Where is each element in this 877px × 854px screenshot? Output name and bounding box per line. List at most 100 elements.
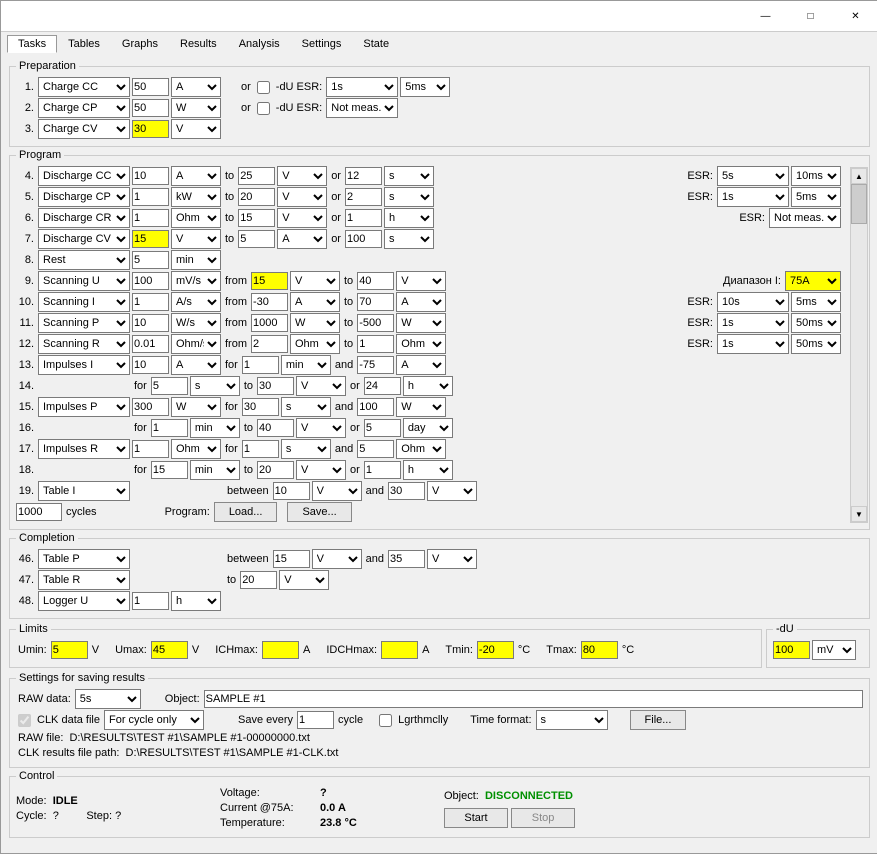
val1-input[interactable] [132,314,169,332]
val2-input[interactable] [251,335,288,353]
du-checkbox[interactable] [257,81,270,94]
scroll-up-icon[interactable]: ▲ [851,168,867,184]
val2-input[interactable] [273,482,310,500]
val3-input[interactable] [357,272,394,290]
unit3-select[interactable]: A [396,292,446,312]
unit2-select[interactable]: s [281,439,331,459]
unit2-select[interactable]: V [296,376,346,396]
val3-input[interactable] [388,550,425,568]
val1-input[interactable] [132,230,169,248]
type-select[interactable]: Table I [38,481,130,501]
unit3-select[interactable]: s [384,187,434,207]
unit1-select[interactable]: min [171,250,221,270]
idchmax-input[interactable] [381,641,418,659]
val2-input[interactable] [242,440,279,458]
val1-input[interactable] [151,419,188,437]
val3-input[interactable] [345,188,382,206]
tab-tasks[interactable]: Tasks [7,35,57,53]
type-select[interactable]: Scanning I [38,292,130,312]
val2-input[interactable] [238,230,275,248]
val1-input[interactable] [132,440,169,458]
du-unit-select[interactable]: mV [812,640,856,660]
unit1-select[interactable]: A [171,77,221,97]
scroll-down-icon[interactable]: ▼ [851,506,867,522]
maximize-button[interactable]: □ [788,1,833,31]
val3-input[interactable] [364,419,401,437]
val1-input[interactable] [132,209,169,227]
val1-input[interactable] [132,592,169,610]
val2-input[interactable] [251,272,288,290]
unit2-select[interactable]: V [296,460,346,480]
val1-input[interactable] [132,120,169,138]
unit1-select[interactable]: h [171,591,221,611]
type-select[interactable]: Scanning U [38,271,130,291]
unit3-select[interactable]: s [384,229,434,249]
val2-input[interactable] [257,377,294,395]
val2-input[interactable] [242,356,279,374]
unit3-select[interactable]: Ohm [396,334,446,354]
unit2-select[interactable]: V [277,208,327,228]
unit1-select[interactable]: Ohm [171,439,221,459]
val3-input[interactable] [364,461,401,479]
tmin-input[interactable] [477,641,514,659]
unit1-select[interactable]: V [171,119,221,139]
file-button[interactable]: File... [630,710,687,730]
unit3-select[interactable]: V [427,549,477,569]
val2-input[interactable] [238,188,275,206]
unit3-select[interactable]: day [403,418,453,438]
scroll-thumb[interactable] [851,184,867,224]
val1-input[interactable] [132,356,169,374]
unit2-select[interactable]: A [277,229,327,249]
val1-input[interactable] [132,188,169,206]
raw-data-select[interactable]: 5s [75,689,141,709]
unit3-select[interactable]: h [403,460,453,480]
unit2-select[interactable]: W [290,313,340,333]
val1-input[interactable] [132,78,169,96]
range-select[interactable]: 75A [785,271,841,291]
tab-analysis[interactable]: Analysis [228,35,291,53]
unit3-select[interactable]: V [427,481,477,501]
cycles-input[interactable] [16,503,62,521]
val2-input[interactable] [251,293,288,311]
val3-input[interactable] [345,209,382,227]
val2-input[interactable] [257,419,294,437]
program-scrollbar[interactable]: ▲ ▼ [850,167,868,523]
val1-input[interactable] [132,99,169,117]
unit1-select[interactable]: V [171,229,221,249]
val2-input[interactable] [273,550,310,568]
unit3-select[interactable]: A [396,355,446,375]
val3-input[interactable] [357,398,394,416]
type-select[interactable]: Discharge CC [38,166,130,186]
type-select[interactable]: Table R [38,570,130,590]
unit3-select[interactable]: h [384,208,434,228]
unit2-select[interactable]: V [290,271,340,291]
val3-input[interactable] [357,314,394,332]
umax-input[interactable] [151,641,188,659]
start-button[interactable]: Start [444,808,508,828]
unit2-select[interactable]: V [277,166,327,186]
unit1-select[interactable]: min [190,460,240,480]
tab-graphs[interactable]: Graphs [111,35,169,53]
val3-input[interactable] [388,482,425,500]
esr2-select[interactable]: 5ms [791,187,841,207]
unit2-select[interactable]: V [296,418,346,438]
unit1-select[interactable]: s [190,376,240,396]
ichmax-input[interactable] [262,641,299,659]
unit2-select[interactable]: A [290,292,340,312]
unit2-select[interactable]: V [312,481,362,501]
esr1-select[interactable]: 1s [326,77,398,97]
type-select[interactable]: Table P [38,549,130,569]
type-select[interactable]: Charge CP [38,98,130,118]
unit3-select[interactable]: s [384,166,434,186]
tab-settings[interactable]: Settings [291,35,353,53]
close-button[interactable]: ✕ [833,1,877,31]
unit2-select[interactable]: V [279,570,329,590]
unit1-select[interactable]: Ohm [171,208,221,228]
val3-input[interactable] [345,230,382,248]
unit2-select[interactable]: min [281,355,331,375]
esr1-select[interactable]: 5s [717,166,789,186]
tab-state[interactable]: State [352,35,400,53]
type-select[interactable]: Discharge CR [38,208,130,228]
unit3-select[interactable]: W [396,397,446,417]
esr2-select[interactable]: 50ms [791,313,841,333]
